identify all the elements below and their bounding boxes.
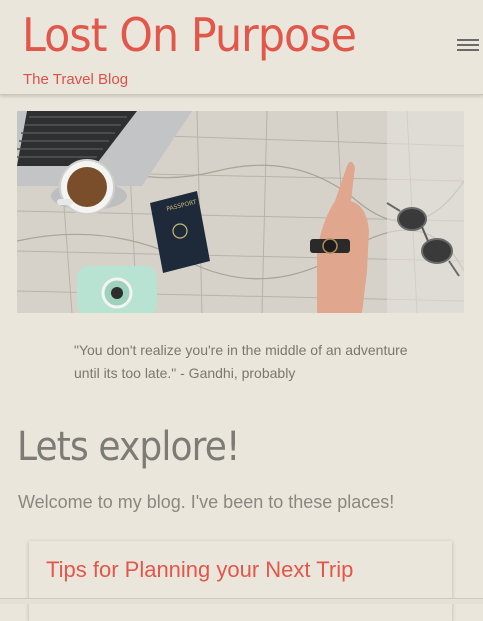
- site-title[interactable]: Lost On Purpose: [22, 12, 357, 58]
- welcome-text: Welcome to my blog. I've been to these p…: [18, 492, 395, 512]
- page-bottom-divider: [0, 598, 483, 604]
- post-card-title[interactable]: Tips for Planning your Next Trip: [46, 557, 353, 583]
- hamburger-menu-icon[interactable]: [457, 36, 479, 56]
- camera-icon: [77, 266, 157, 313]
- site-subtitle: The Travel Blog: [23, 71, 129, 88]
- blog-quote: "You don't realize you're in the middle …: [74, 342, 408, 381]
- hero-image: PASSPORT: [17, 111, 464, 313]
- section-heading: Lets explore!: [17, 424, 240, 470]
- post-card[interactable]: Tips for Planning your Next Trip: [29, 541, 452, 621]
- site-header: Lost On Purpose The Travel Blog: [0, 0, 483, 95]
